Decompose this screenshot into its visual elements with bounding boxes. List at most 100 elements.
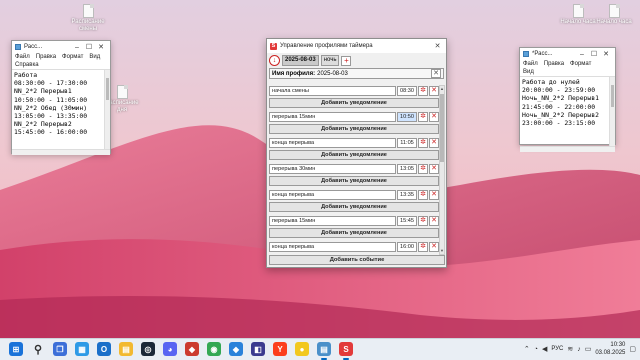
- discord-icon[interactable]: ◕: [163, 342, 177, 356]
- bell-icon[interactable]: ✲: [418, 164, 428, 174]
- clock[interactable]: 10:30 03.08.2025: [595, 341, 625, 357]
- add-notification-button[interactable]: Добавить уведомление: [269, 228, 439, 238]
- title-bar[interactable]: Расс... – ☐ ✕: [12, 41, 110, 53]
- event-name-field[interactable]: конца перерыва: [269, 242, 396, 252]
- network-icon[interactable]: ◔: [534, 346, 538, 353]
- desktop-file-icon[interactable]: Начало часа: [592, 4, 636, 26]
- bell-icon[interactable]: ✲: [418, 86, 428, 96]
- scroll-thumb[interactable]: [106, 78, 109, 100]
- menu-view[interactable]: Вид: [89, 53, 100, 61]
- delete-event-icon[interactable]: ✕: [429, 242, 439, 252]
- text-area[interactable]: Работа 08:30:00 - 17:30:00 NN_2*2 Перерыв1…: [12, 70, 104, 149]
- menu-format[interactable]: Формат: [62, 53, 83, 61]
- delete-event-icon[interactable]: ✕: [429, 190, 439, 200]
- bell-icon[interactable]: ✲: [418, 216, 428, 226]
- add-notification-button[interactable]: Добавить уведомление: [269, 98, 439, 108]
- minimize-icon[interactable]: –: [576, 51, 588, 58]
- delete-event-icon[interactable]: ✕: [429, 138, 439, 148]
- notepad-window-right[interactable]: *Расс... – ☐ ✕ Файл Правка Формат Вид Ра…: [519, 47, 616, 152]
- add-notification-button[interactable]: Добавить уведомление: [269, 176, 439, 186]
- event-time-field[interactable]: 08:30: [397, 86, 417, 96]
- bell-icon[interactable]: ✲: [418, 242, 428, 252]
- event-name-field[interactable]: перерыва 30мин: [269, 164, 396, 174]
- menu-edit[interactable]: Правка: [36, 53, 56, 61]
- tab-profile-date[interactable]: 2025-08-03: [282, 55, 319, 66]
- add-profile-button[interactable]: +: [341, 55, 352, 66]
- delete-profile-icon[interactable]: ✕: [431, 69, 441, 78]
- bell-icon[interactable]: ✲: [418, 112, 428, 122]
- timer-profile-window[interactable]: S Управление профилями таймера ✕ ↓ 2025-…: [266, 38, 447, 268]
- app-icon[interactable]: ◆: [229, 342, 243, 356]
- delete-event-icon[interactable]: ✕: [429, 112, 439, 122]
- scroll-up-icon[interactable]: ▲: [440, 86, 444, 92]
- add-notification-button[interactable]: Добавить уведомление: [269, 150, 439, 160]
- delete-event-icon[interactable]: ✕: [429, 86, 439, 96]
- menu-file[interactable]: Файл: [15, 53, 30, 61]
- battery-icon[interactable]: ▭: [585, 345, 592, 353]
- vertical-scrollbar[interactable]: [609, 77, 615, 146]
- event-time-field[interactable]: 10:50: [397, 112, 417, 122]
- speaker-icon[interactable]: ♪: [577, 346, 581, 353]
- tab-profile-night[interactable]: ночь: [320, 55, 340, 66]
- add-notification-button[interactable]: Добавить уведомление: [269, 202, 439, 212]
- yandex-icon[interactable]: Y: [273, 342, 287, 356]
- menu-help[interactable]: Справка: [15, 61, 39, 69]
- widgets-icon[interactable]: ▦: [75, 342, 89, 356]
- event-name-field[interactable]: перерыва 15мин: [269, 112, 396, 122]
- event-time-field[interactable]: 15:45: [397, 216, 417, 226]
- bell-icon[interactable]: ✲: [418, 138, 428, 148]
- search-icon[interactable]: ⚲: [31, 342, 45, 356]
- task-view-icon[interactable]: ❐: [53, 342, 67, 356]
- menu-file[interactable]: Файл: [523, 60, 538, 68]
- menu-edit[interactable]: Правка: [544, 60, 564, 68]
- language-indicator[interactable]: РУС: [551, 346, 563, 352]
- download-icon[interactable]: ↓: [269, 55, 280, 66]
- outlook-icon[interactable]: O: [97, 342, 111, 356]
- notepad-window-left[interactable]: Расс... – ☐ ✕ Файл Правка Формат Вид Спр…: [11, 40, 111, 155]
- steam-icon[interactable]: ◎: [141, 342, 155, 356]
- menu-format[interactable]: Формат: [570, 60, 591, 68]
- maximize-icon[interactable]: ☐: [588, 50, 600, 58]
- event-name-field[interactable]: начала смены: [269, 86, 396, 96]
- event-time-field[interactable]: 11:05: [397, 138, 417, 148]
- timer-app-icon[interactable]: S: [339, 342, 353, 360]
- text-area[interactable]: Работа до нулей 20:00:00 - 23:59:00 Ночь_N…: [520, 77, 609, 146]
- title-bar[interactable]: S Управление профилями таймера ✕: [267, 39, 446, 53]
- volume-icon[interactable]: ◀: [542, 345, 547, 353]
- add-notification-button[interactable]: Добавить уведомление: [269, 124, 439, 134]
- event-time-field[interactable]: 13:05: [397, 164, 417, 174]
- bell-icon[interactable]: ✲: [418, 190, 428, 200]
- delete-event-icon[interactable]: ✕: [429, 216, 439, 226]
- add-event-button[interactable]: Добавить событие: [269, 255, 445, 265]
- vertical-scrollbar[interactable]: [104, 70, 110, 149]
- close-icon[interactable]: ✕: [600, 50, 612, 58]
- scroll-down-icon[interactable]: ▼: [440, 248, 444, 254]
- taskbar-apps: ⊞ ⚲ ❐ ▦ O ▤ ◎ ◕ ◆ ◉ ◆ ◧ Y ● ▤ S: [5, 342, 357, 360]
- title-bar[interactable]: *Расс... – ☐ ✕: [520, 48, 615, 60]
- desktop-file-icon[interactable]: Расписание смены: [66, 4, 110, 33]
- vertical-scrollbar[interactable]: ▲ ▼: [439, 85, 445, 255]
- wifi-icon[interactable]: ≋: [567, 345, 573, 353]
- explorer-icon[interactable]: ▤: [119, 342, 133, 356]
- menu-view[interactable]: Вид: [523, 68, 534, 76]
- chrome-icon[interactable]: ◉: [207, 342, 221, 356]
- close-icon[interactable]: ✕: [95, 43, 107, 51]
- event-name-field[interactable]: конца перерыва: [269, 138, 396, 148]
- maximize-icon[interactable]: ☐: [83, 43, 95, 51]
- ide-icon[interactable]: ◧: [251, 342, 265, 356]
- scroll-thumb[interactable]: [611, 85, 614, 107]
- event-time-field[interactable]: 16:00: [397, 242, 417, 252]
- app-icon[interactable]: ◆: [185, 342, 199, 356]
- event-name-field[interactable]: конца перерыва: [269, 190, 396, 200]
- windows-start-icon[interactable]: ⊞: [9, 342, 23, 356]
- scroll-thumb[interactable]: [440, 94, 444, 162]
- notepad-icon[interactable]: ▤: [317, 342, 331, 360]
- event-name-field[interactable]: перерыва 15мин: [269, 216, 396, 226]
- notifications-icon[interactable]: ▢: [629, 345, 636, 353]
- chevron-up-icon[interactable]: ⌃: [524, 345, 530, 353]
- event-time-field[interactable]: 13:35: [397, 190, 417, 200]
- close-icon[interactable]: ✕: [432, 42, 443, 50]
- delete-event-icon[interactable]: ✕: [429, 164, 439, 174]
- yandex-browser-icon[interactable]: ●: [295, 342, 309, 356]
- minimize-icon[interactable]: –: [71, 44, 83, 51]
